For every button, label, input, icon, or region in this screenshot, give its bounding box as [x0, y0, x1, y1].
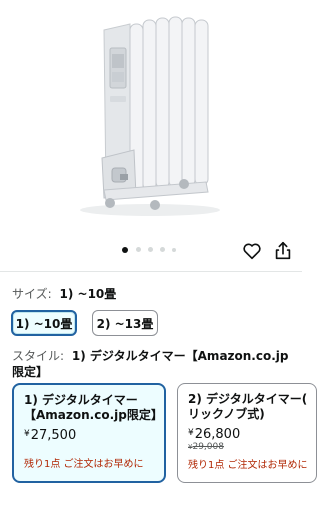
- carousel-dot[interactable]: [160, 247, 165, 252]
- stock-notice: 残り1点 ご注文はお早めに: [188, 460, 308, 471]
- oil-heater-illustration: [80, 16, 220, 216]
- style-label-row: スタイル: 1) デジタルタイマー【Amazon.co.jp 限定】: [12, 348, 297, 380]
- carousel-dot[interactable]: [172, 248, 176, 252]
- size-option-label: 2) ~13畳: [96, 316, 154, 331]
- style-option-name: 2) デジタルタイマー(: [188, 392, 308, 406]
- carousel-dot-active[interactable]: [122, 247, 128, 253]
- list-price-value: 29,008: [192, 442, 224, 452]
- currency-symbol: ¥: [188, 428, 194, 438]
- product-image[interactable]: [0, 0, 302, 232]
- style-option-price: ¥26,800: [188, 426, 306, 442]
- size-label-row: サイズ: 1) ~10畳: [12, 286, 116, 302]
- style-option-name: 【Amazon.co.jp限定】: [24, 408, 163, 422]
- style-option-price: ¥27,500: [24, 427, 154, 443]
- section-divider: [0, 271, 302, 272]
- currency-symbol: ¥: [24, 429, 30, 439]
- stock-notice: 残り1点 ご注文はお早めに: [24, 459, 144, 470]
- style-selected-value-line2: 限定】: [12, 365, 49, 379]
- heart-icon[interactable]: [241, 240, 263, 262]
- style-option-card-1[interactable]: 1) デジタルタイマー 【Amazon.co.jp限定】 ¥27,500 残り1…: [12, 383, 166, 483]
- price-value: 26,800: [194, 427, 241, 442]
- size-selected-value: 1) ~10畳: [59, 287, 117, 301]
- style-option-card-2[interactable]: 2) デジタルタイマー( リックノブ式) ¥26,800 ¥29,008 残り1…: [177, 383, 317, 483]
- share-icon[interactable]: [272, 240, 294, 262]
- style-option-name: リックノブ式): [188, 407, 265, 421]
- style-key: スタイル:: [12, 349, 65, 363]
- style-option-name: 1) デジタルタイマー: [24, 393, 138, 407]
- size-option-13[interactable]: 2) ~13畳: [92, 310, 158, 336]
- price-value: 27,500: [30, 428, 77, 443]
- style-selected-value-line1: 1) デジタルタイマー【Amazon.co.jp: [71, 349, 289, 363]
- size-option-label: 1) ~10畳: [15, 316, 73, 331]
- carousel-dot[interactable]: [136, 247, 141, 252]
- size-option-10[interactable]: 1) ~10畳: [11, 310, 77, 336]
- carousel-dot[interactable]: [148, 247, 153, 252]
- size-key: サイズ:: [12, 287, 52, 301]
- list-price: ¥29,008: [188, 442, 306, 453]
